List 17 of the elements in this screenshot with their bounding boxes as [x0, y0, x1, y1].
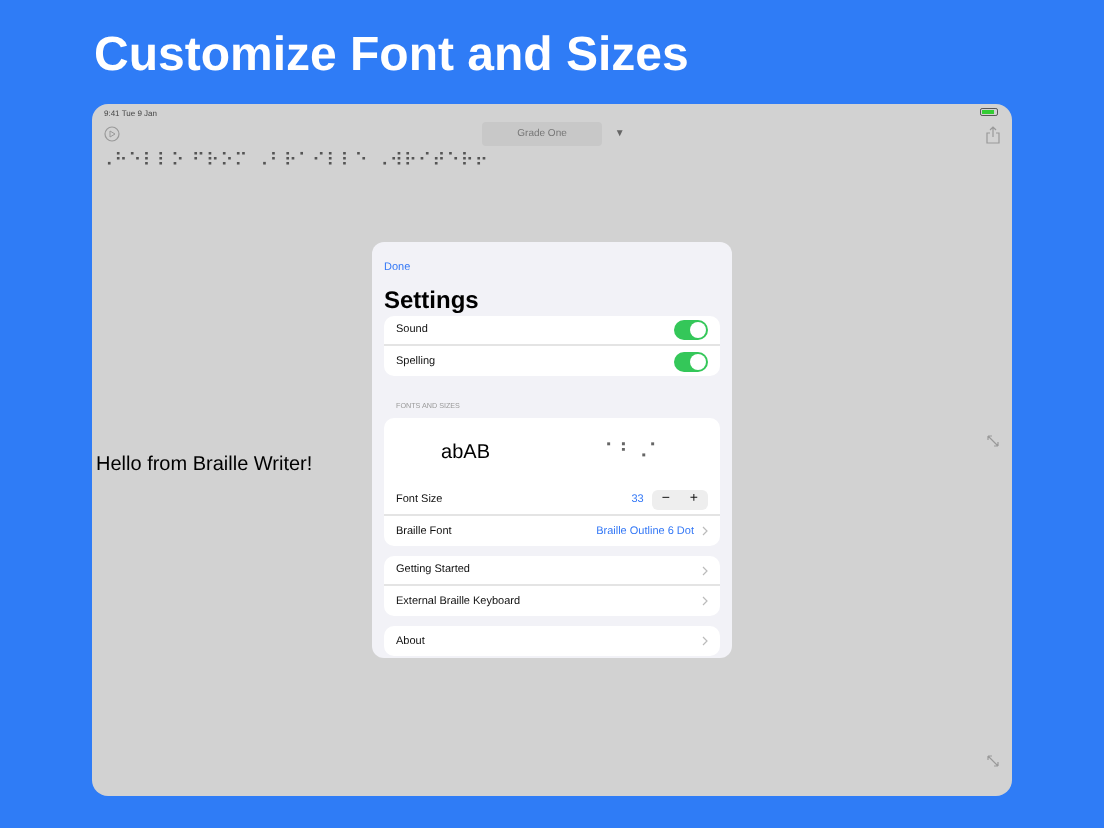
toggle-switch[interactable] [674, 320, 708, 340]
braille-text: ⠠⠓⠑⠇⠇⠕ ⠋⠗⠕⠍ ⠠⠃⠗⠁⠊⠇⠇⠑ ⠠⠺⠗⠊⠞⠑⠗⠖ [98, 150, 491, 176]
toggle-switch[interactable] [674, 351, 708, 371]
chevron-icon [702, 565, 708, 575]
chevron-icon [702, 526, 708, 536]
share-icon[interactable] [985, 125, 1000, 143]
document-text: Hello from Braille Writer! [96, 453, 313, 475]
resize-icon[interactable] [986, 434, 1000, 448]
battery-icon [980, 108, 1000, 116]
font-preview: abAB [441, 441, 491, 463]
chevron-icon [702, 636, 708, 646]
resize-icon[interactable] [986, 754, 1000, 768]
braille-preview: ⠁⠃⠠⠁ [604, 441, 663, 463]
chevron-icon [702, 596, 708, 606]
settings-title: Settings [384, 286, 481, 314]
headline: Customize Font and Sizes [92, 28, 691, 84]
play-icon[interactable] [104, 126, 120, 142]
